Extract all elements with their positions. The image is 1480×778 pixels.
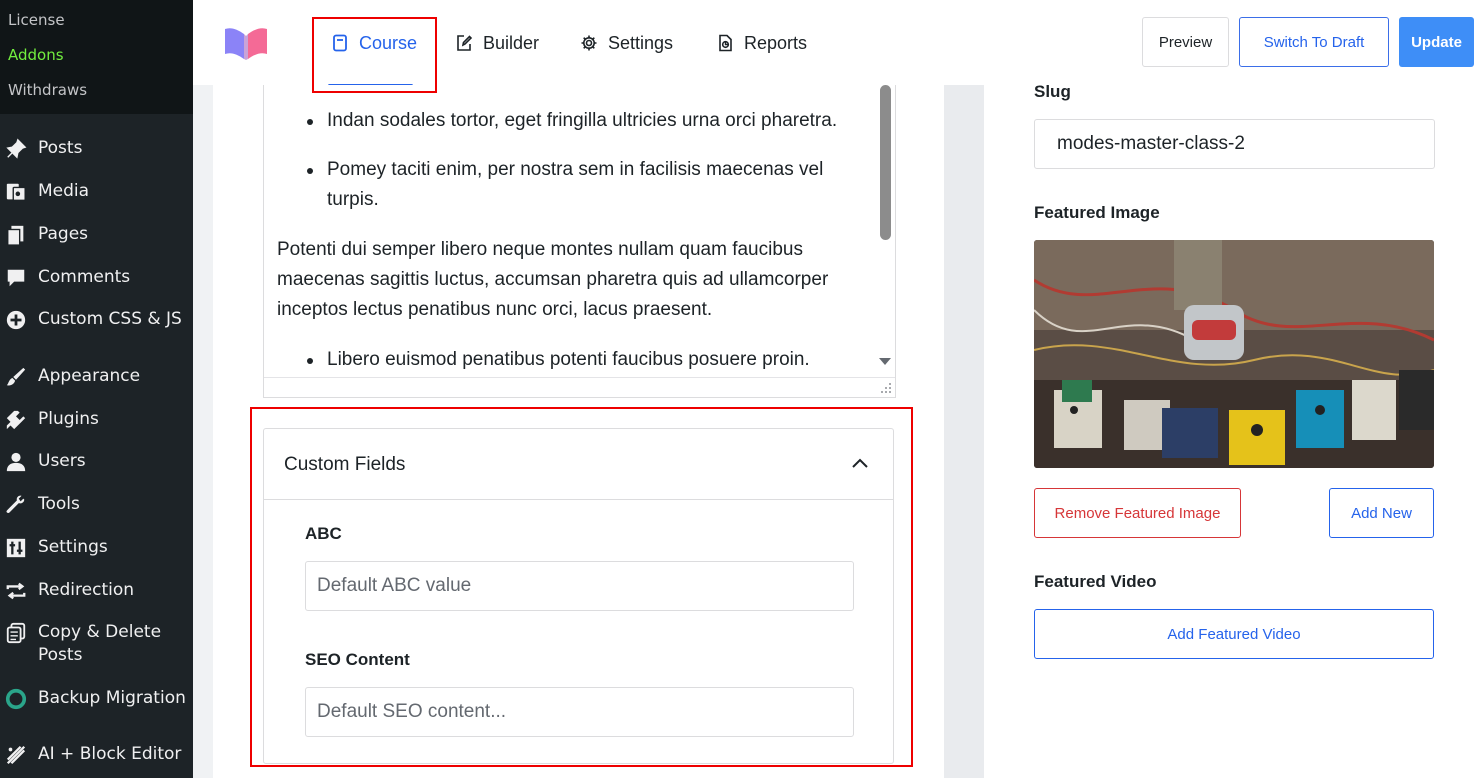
- sidebar-item-label: Redirection: [38, 580, 135, 600]
- preview-button[interactable]: Preview: [1142, 17, 1229, 67]
- sidebar-item-tools[interactable]: Tools: [0, 493, 193, 517]
- comment-icon: [4, 266, 28, 290]
- sidebar-item-label: Copy & Delete Posts: [38, 622, 162, 665]
- paragraph-line: Potenti dui semper libero neque montes n…: [277, 239, 803, 260]
- add-new-image-button[interactable]: Add New: [1329, 488, 1434, 538]
- list-bullet: [307, 168, 313, 174]
- tab-label: Reports: [744, 32, 808, 53]
- wrench-icon: [4, 493, 28, 517]
- sidebar-item-label: Backup Migration: [38, 688, 186, 708]
- resize-handle-icon[interactable]: [880, 382, 892, 394]
- sidebar-item-appearance[interactable]: Appearance: [0, 365, 193, 389]
- pages-icon: [4, 223, 28, 247]
- list-item-continuation: turpis.: [327, 189, 379, 210]
- submenu-item-addons[interactable]: Addons: [8, 46, 64, 64]
- tab-label: Builder: [483, 32, 540, 53]
- sliders-icon: [4, 536, 28, 560]
- sidebar-item-label: Tools: [38, 494, 80, 514]
- slug-label: Slug: [1034, 82, 1071, 101]
- sidebar-item-label: AI + Block Editor: [38, 744, 182, 764]
- tab-reports[interactable]: Reports: [716, 30, 807, 56]
- list-bullet: [307, 119, 313, 125]
- list-item: Pomey taciti enim, per nostra sem in fac…: [327, 159, 824, 180]
- pushpin-icon: [4, 137, 28, 161]
- addons-submenu: License Addons Withdraws: [0, 0, 193, 114]
- list-bullet: [307, 358, 313, 364]
- editor-statusbar-divider: [264, 377, 895, 378]
- remove-featured-image-button[interactable]: Remove Featured Image: [1034, 488, 1241, 538]
- backup-icon: [4, 687, 28, 711]
- plus-circle-icon: [4, 308, 28, 332]
- media-icon: [4, 180, 28, 204]
- highlight-course-tab: [312, 17, 437, 93]
- paintbrush-icon: [4, 365, 28, 389]
- book-logo-icon[interactable]: [223, 25, 269, 61]
- admin-sidebar: License Addons Withdraws Posts Media Pag…: [0, 0, 193, 778]
- tab-label: Settings: [608, 32, 674, 53]
- sidebar-item-settings[interactable]: Settings: [0, 536, 193, 560]
- sidebar-item-backup-migration[interactable]: Backup Migration: [0, 687, 193, 711]
- featured-video-label: Featured Video: [1034, 572, 1157, 591]
- scroll-down-arrow-icon[interactable]: [879, 358, 891, 365]
- tab-builder[interactable]: Builder: [455, 30, 539, 56]
- sidebar-item-label: Plugins: [38, 409, 99, 429]
- sidebar-item-posts[interactable]: Posts: [0, 137, 193, 161]
- paragraph-line: maecenas sagittis luctus, accumsan phare…: [277, 269, 829, 290]
- edit-icon: [457, 35, 473, 51]
- sidebar-item-label: Settings: [38, 537, 108, 557]
- sidebar-item-label: Media: [38, 181, 90, 201]
- list-item: Libero euismod penatibus potenti faucibu…: [327, 349, 810, 370]
- add-featured-video-button[interactable]: Add Featured Video: [1034, 609, 1434, 659]
- switch-to-draft-button[interactable]: Switch To Draft: [1239, 17, 1389, 67]
- submenu-item-withdraws[interactable]: Withdraws: [8, 81, 87, 99]
- sidebar-item-label: Custom CSS & JS: [38, 309, 182, 329]
- sidebar-item-media[interactable]: Media: [0, 180, 193, 204]
- redirect-arrows-icon: [4, 579, 28, 603]
- column-gutter: [944, 85, 984, 778]
- sidebar-item-copy-delete-posts[interactable]: Copy & Delete Posts: [0, 621, 193, 667]
- sidebar-item-plugins[interactable]: Plugins: [0, 408, 193, 432]
- editor-scrollbar-thumb[interactable]: [880, 85, 891, 240]
- submenu-item-license[interactable]: License: [8, 11, 65, 29]
- list-item: Indan sodales tortor, eget fringilla ult…: [327, 110, 838, 131]
- sidebar-item-label: Comments: [38, 267, 131, 287]
- sidebar-item-pages[interactable]: Pages: [0, 223, 193, 247]
- paragraph-line: inceptos lectus penatibus nunc orci, lac…: [277, 299, 713, 320]
- sidebar-item-ai-block-editor[interactable]: AI + Block Editor: [0, 743, 193, 767]
- sidebar-item-custom-css-js[interactable]: Custom CSS & JS: [0, 308, 193, 332]
- reports-icon: [719, 34, 732, 52]
- copy-icon: [4, 621, 28, 645]
- sidebar-item-redirection[interactable]: Redirection: [0, 579, 193, 603]
- sidebar-item-comments[interactable]: Comments: [0, 266, 193, 290]
- plugin-icon: [4, 408, 28, 432]
- highlight-custom-fields: [250, 407, 913, 767]
- featured-image-label: Featured Image: [1034, 203, 1160, 222]
- sidebar-item-label: Pages: [38, 224, 89, 244]
- gear-icon: [581, 35, 597, 51]
- update-button[interactable]: Update: [1399, 17, 1474, 67]
- slug-input[interactable]: [1034, 119, 1435, 169]
- featured-image: [1034, 240, 1434, 468]
- sidebar-item-label: Appearance: [38, 366, 141, 386]
- ai-icon: [4, 743, 28, 767]
- sidebar-item-label: Posts: [38, 138, 83, 158]
- tab-settings[interactable]: Settings: [580, 30, 673, 56]
- sidebar-item-label: Users: [38, 451, 86, 471]
- sidebar-item-users[interactable]: Users: [0, 450, 193, 474]
- user-icon: [4, 450, 28, 474]
